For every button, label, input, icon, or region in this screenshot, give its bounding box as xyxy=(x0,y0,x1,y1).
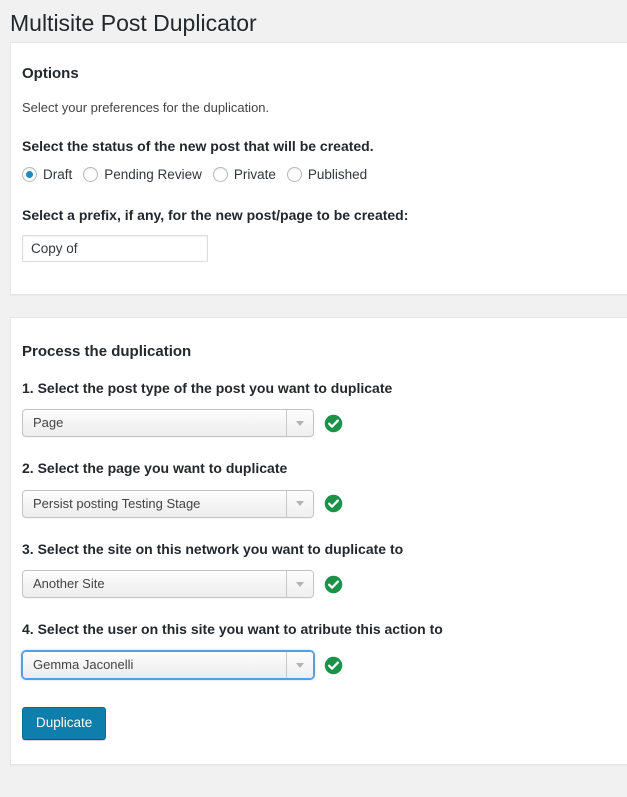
radio-circle-icon xyxy=(212,166,228,182)
valid-check-icon xyxy=(324,575,343,594)
valid-check-icon xyxy=(324,656,343,674)
status-field-label: Select the status of the new post that w… xyxy=(22,138,374,154)
radio-option-private[interactable]: Private xyxy=(212,166,276,182)
step-2-row: Persist posting Testing Stage xyxy=(22,489,607,518)
options-panel: Options Select your preferences for the … xyxy=(10,42,627,296)
site-select[interactable]: Another Site xyxy=(22,570,314,599)
chevron-down-icon[interactable] xyxy=(286,652,313,679)
chevron-down-icon[interactable] xyxy=(286,571,313,598)
valid-check-icon xyxy=(324,495,343,513)
radio-option-pending-review[interactable]: Pending Review xyxy=(83,166,202,182)
chevron-down-icon[interactable] xyxy=(286,490,313,517)
user-select-value: Gemma Jaconelli xyxy=(33,657,134,673)
radio-circle-icon xyxy=(83,166,99,182)
prefix-field-label: Select a prefix, if any, for the new pos… xyxy=(22,206,409,223)
page-select-value: Persist posting Testing Stage xyxy=(33,495,201,511)
post-type-select[interactable]: Page xyxy=(22,409,314,438)
radio-label: Private xyxy=(233,166,276,182)
chevron-down-icon[interactable] xyxy=(286,410,313,437)
step-1-row: Page xyxy=(22,409,607,438)
process-heading: Process the duplication xyxy=(22,343,192,361)
admin-page: Multisite Post Duplicator Options Select… xyxy=(0,0,627,797)
page-title: Multisite Post Duplicator xyxy=(10,10,257,36)
step-3-row: Another Site xyxy=(22,570,607,599)
step-1-label: 1. Select the post type of the post you … xyxy=(22,379,393,396)
radio-circle-icon xyxy=(22,166,37,182)
user-select[interactable]: Gemma Jaconelli xyxy=(22,651,314,680)
status-radio-group: Draft Pending Review Private Published xyxy=(22,166,607,182)
options-description: Select your preferences for the duplicat… xyxy=(22,99,270,115)
radio-label: Published xyxy=(307,166,368,182)
process-panel: Process the duplication 1. Select the po… xyxy=(10,317,627,765)
step-2-label: 2. Select the page you want to duplicate xyxy=(22,460,288,477)
step-4-label: 4. Select the user on this site you want… xyxy=(22,621,443,638)
prefix-input[interactable] xyxy=(22,235,208,263)
options-heading: Options xyxy=(22,65,79,82)
radio-label: Pending Review xyxy=(104,166,202,182)
radio-option-draft[interactable]: Draft xyxy=(22,166,73,182)
step-4-row: Gemma Jaconelli xyxy=(22,651,607,680)
post-type-select-value: Page xyxy=(33,415,64,431)
radio-option-published[interactable]: Published xyxy=(286,166,368,182)
page-select[interactable]: Persist posting Testing Stage xyxy=(22,489,314,518)
duplicate-button[interactable]: Duplicate xyxy=(22,707,107,740)
radio-circle-icon xyxy=(286,166,302,182)
step-3-label: 3. Select the site on this network you w… xyxy=(22,540,404,557)
radio-label: Draft xyxy=(43,166,73,182)
site-select-value: Another Site xyxy=(33,576,105,592)
valid-check-icon xyxy=(324,414,343,433)
